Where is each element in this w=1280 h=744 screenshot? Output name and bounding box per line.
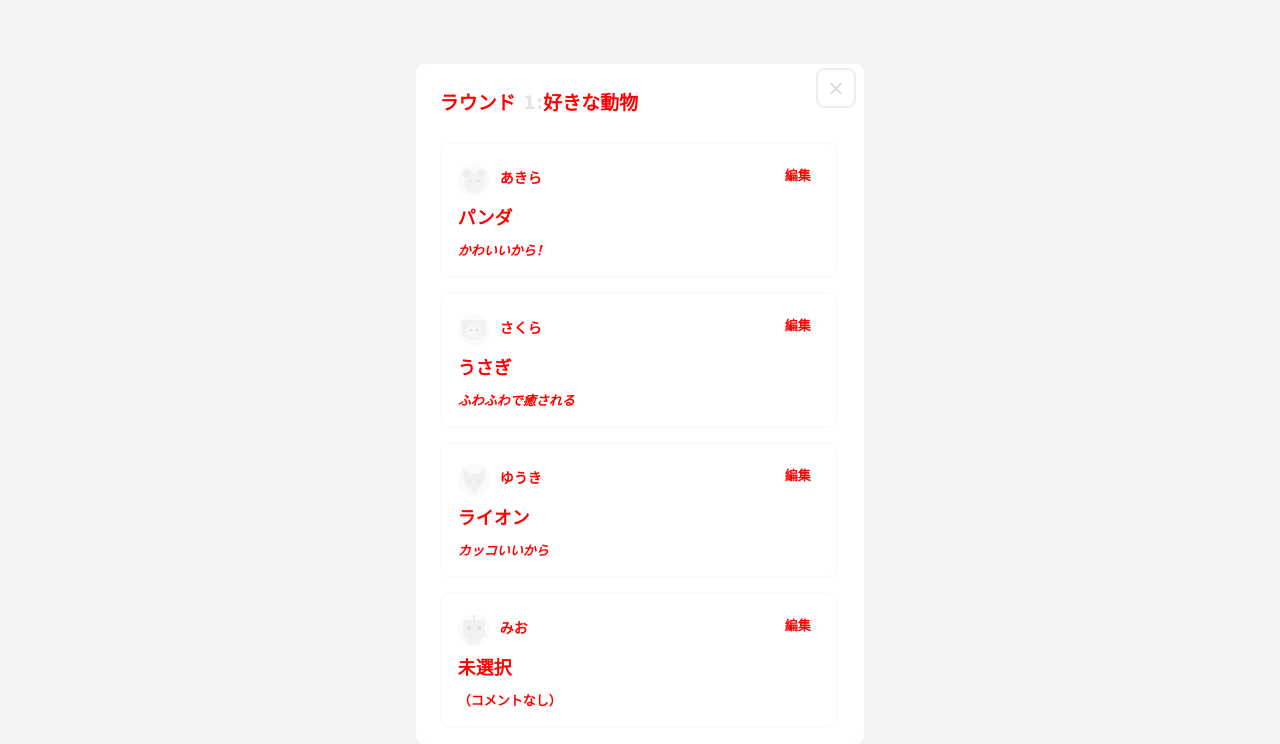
edit-button[interactable]: 編集: [774, 314, 822, 340]
edit-button[interactable]: 編集: [774, 464, 822, 490]
comment-text: カッコいいから: [458, 544, 550, 559]
answer-text: 未選択: [458, 658, 512, 679]
answer-text: うさぎ: [458, 358, 512, 379]
comment-text: かわいいから！: [458, 244, 550, 259]
edit-button[interactable]: 編集: [774, 614, 822, 640]
comment-text: ふわふわで癒される: [458, 394, 576, 409]
answer-text: ライオン: [458, 508, 530, 529]
player-name: あきら: [500, 171, 542, 187]
answer-card: みお 編集 未選択 （コメントなし）: [440, 592, 838, 728]
title-prefix: ラウンド: [440, 92, 523, 114]
answer-text: パンダ: [458, 208, 513, 229]
modal-title: ラウンド 1:好きな動物: [440, 88, 638, 115]
fox-icon: [458, 464, 490, 496]
player-name: みお: [500, 621, 528, 637]
answer-card: あきら 編集 パンダ かわいいから！: [440, 142, 838, 278]
bear-icon: [458, 164, 490, 196]
comment-text: （コメントなし）: [458, 694, 563, 709]
lion-icon: [458, 314, 490, 346]
answer-card: ゆうき 編集 ライオン カッコいいから: [440, 442, 838, 578]
edit-button[interactable]: 編集: [774, 164, 822, 190]
round-number: 1:: [522, 92, 544, 114]
title-topic: 好きな動物: [543, 92, 639, 114]
player-name: ゆうき: [500, 471, 542, 487]
answer-card: さくら 編集 うさぎ ふわふわで癒される: [440, 292, 838, 428]
close-button[interactable]: ×: [816, 68, 856, 108]
player-name: さくら: [500, 321, 542, 337]
robot-icon: [458, 614, 490, 646]
answers-modal: × ラウンド 1:好きな動物 あきら 編集 パンダ かわいいから！ さくら 編集…: [416, 64, 864, 744]
close-icon: ×: [827, 76, 845, 100]
